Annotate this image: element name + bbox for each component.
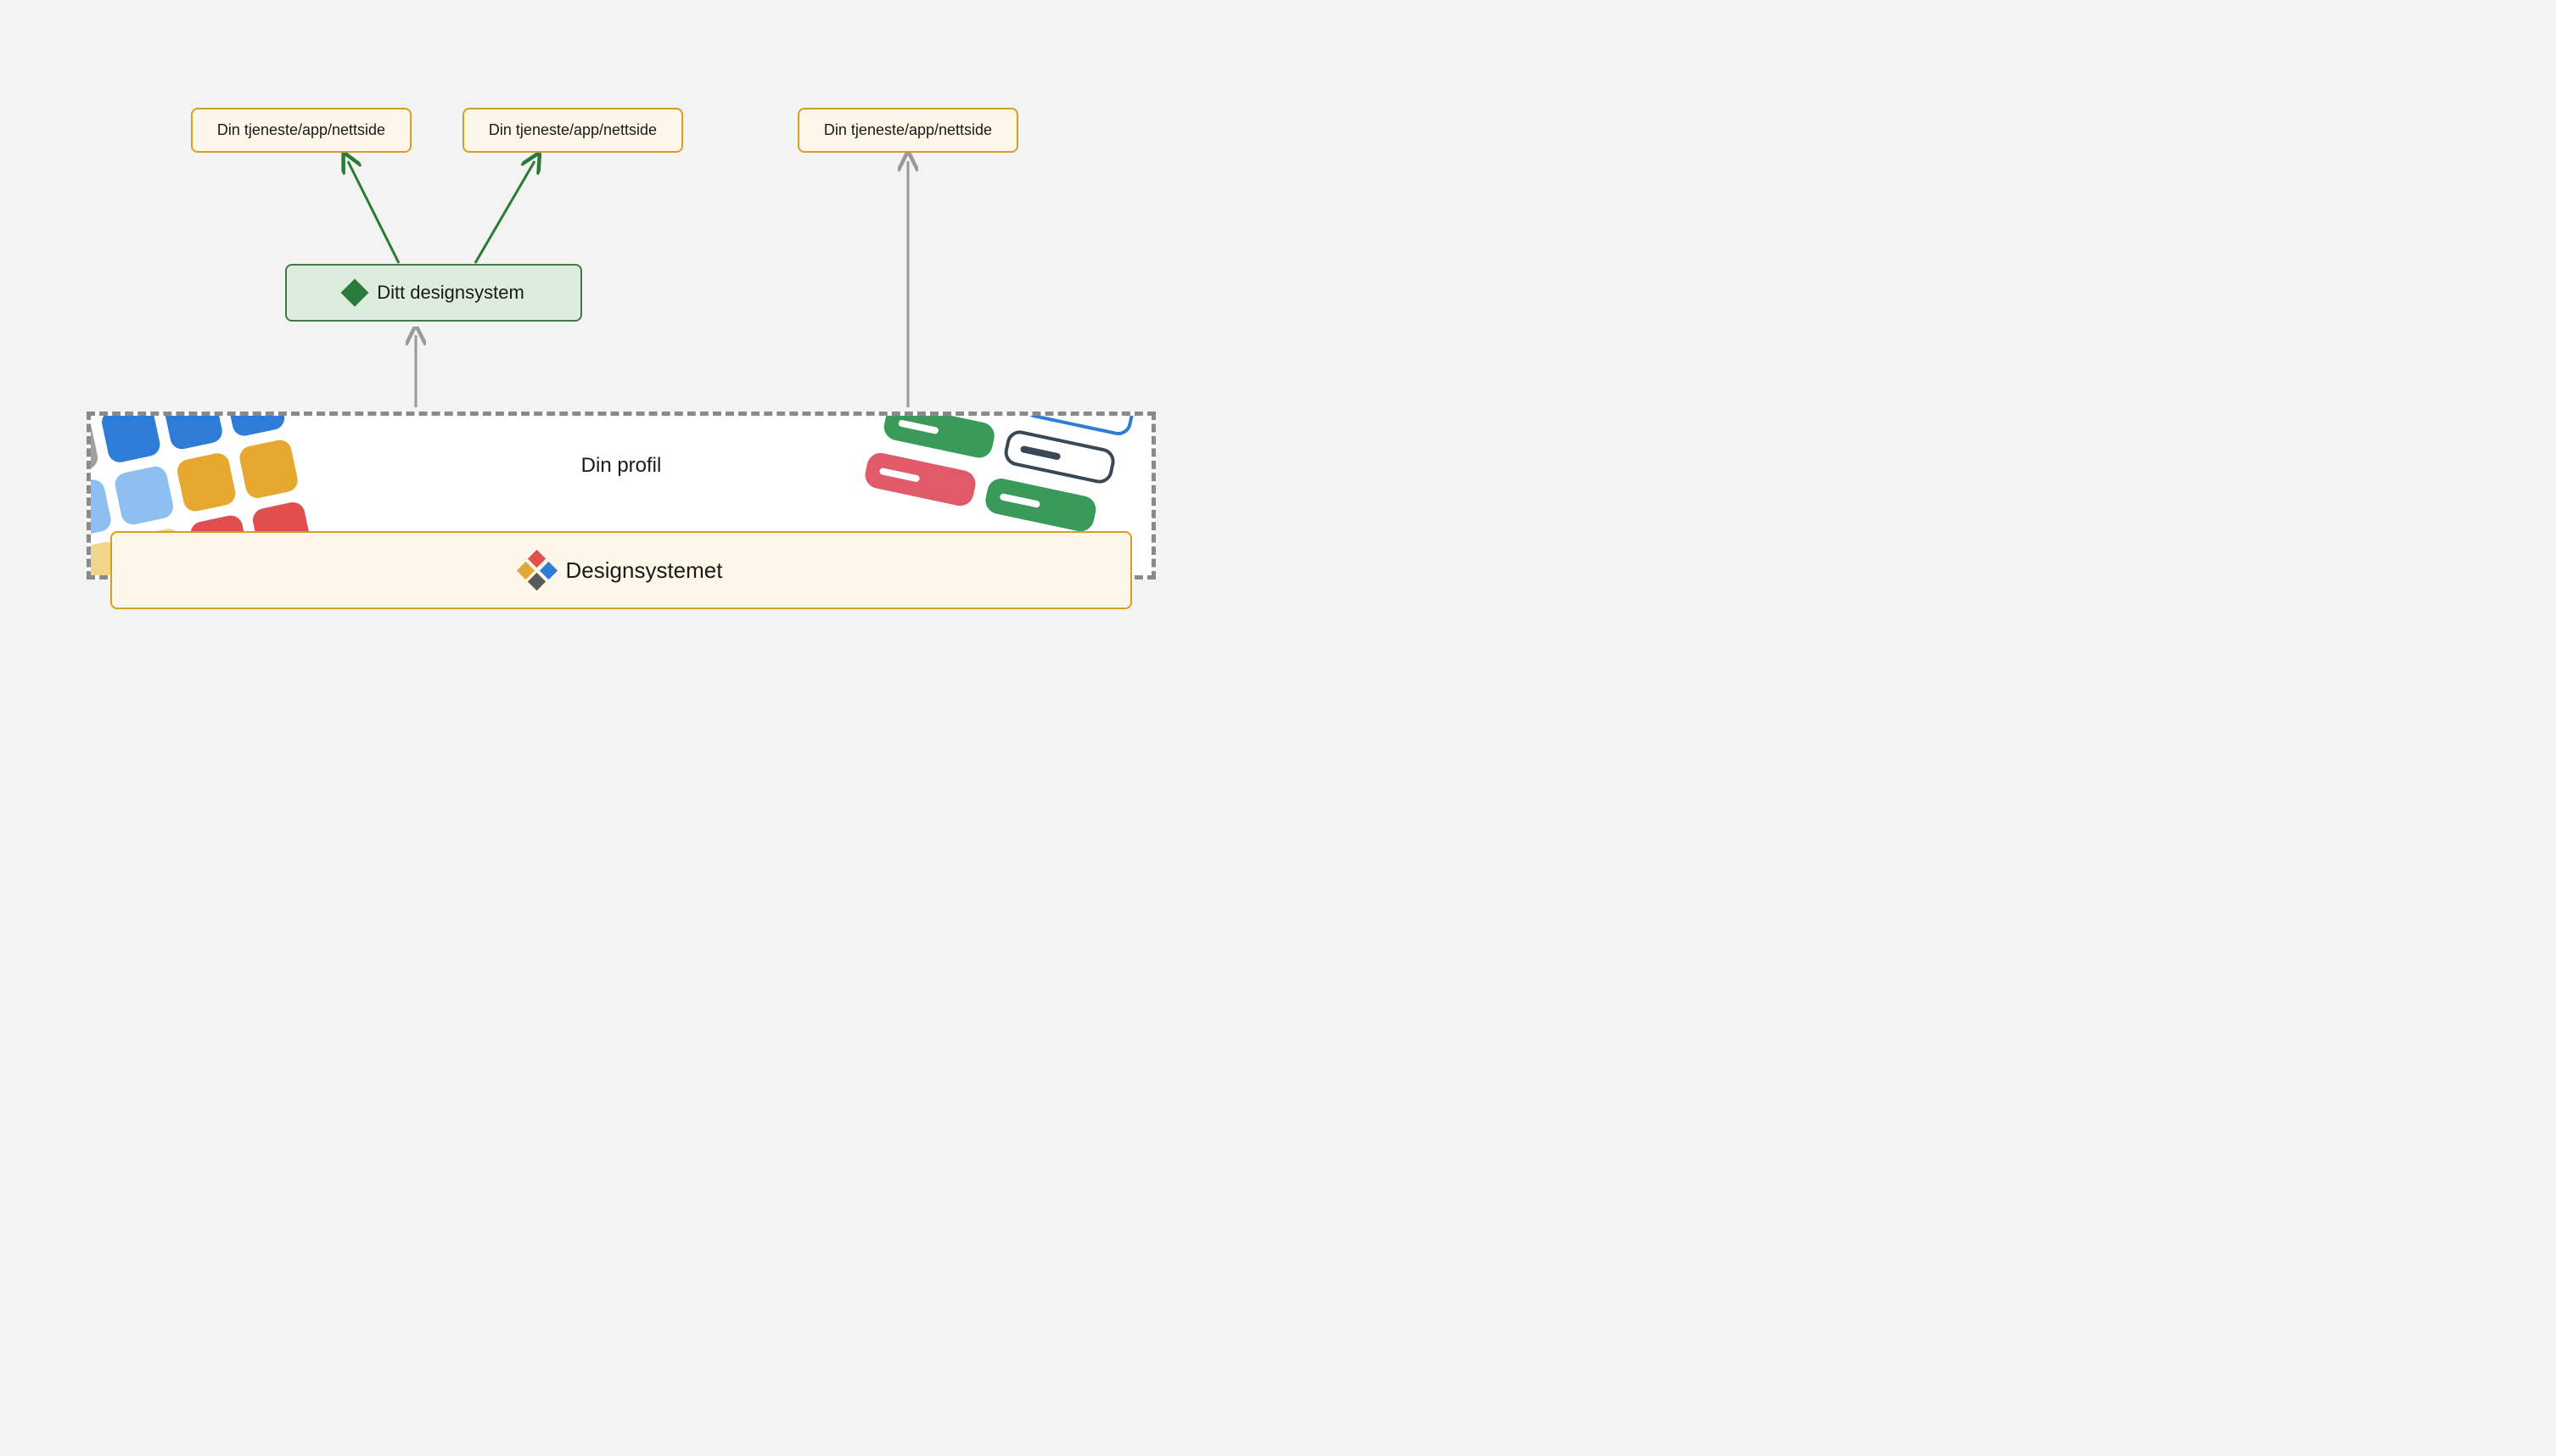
designsystemet-node: Designsystemet [110,531,1132,609]
service-node-1: Din tjeneste/app/nettside [191,108,412,153]
arrow-designsystem-to-service2 [458,153,577,267]
service-label: Din tjeneste/app/nettside [824,121,992,138]
service-node-3: Din tjeneste/app/nettside [798,108,1018,153]
service-label: Din tjeneste/app/nettside [217,121,385,138]
arrow-designsystem-to-service1 [297,153,416,267]
designsystem-icon [343,281,367,305]
service-node-2: Din tjeneste/app/nettside [462,108,683,153]
diagram-canvas: Din tjeneste/app/nettside Din tjeneste/a… [0,0,1278,728]
designsystemet-label: Designsystemet [566,557,723,584]
designsystemet-logo-icon [520,553,554,587]
profile-label: Din profil [581,454,662,478]
service-label: Din tjeneste/app/nettside [489,121,657,138]
arrow-profile-to-service3 [883,153,933,412]
designsystem-label: Ditt designsystem [377,282,524,304]
arrow-profile-to-designsystem [390,327,441,412]
your-designsystem-node: Ditt designsystem [285,264,582,322]
